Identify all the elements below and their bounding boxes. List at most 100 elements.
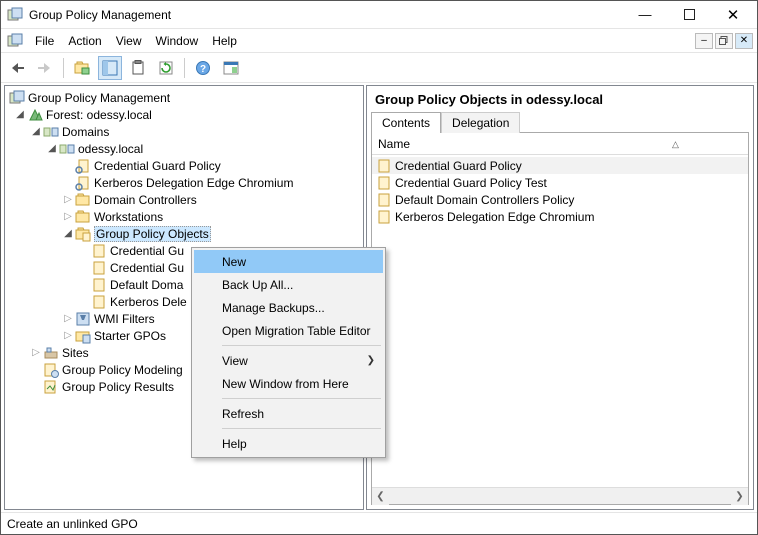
ctx-new[interactable]: New — [194, 250, 383, 273]
gpo-icon — [376, 192, 392, 208]
status-text: Create an unlinked GPO — [7, 517, 138, 531]
menu-help[interactable]: Help — [212, 34, 237, 48]
tab-contents[interactable]: Contents — [371, 112, 441, 133]
twisty-closed-icon[interactable]: ▷ — [61, 330, 75, 341]
twisty-closed-icon[interactable]: ▷ — [61, 313, 75, 324]
separator — [222, 428, 381, 429]
list-item[interactable]: Credential Guard Policy — [372, 157, 748, 174]
tool-help-button[interactable]: ? — [191, 56, 215, 80]
twisty-closed-icon[interactable]: ▷ — [61, 194, 75, 205]
title-bar: Group Policy Management — ✕ — [1, 1, 757, 29]
tree-label: Group Policy Objects — [94, 226, 211, 242]
list-item[interactable]: Kerberos Delegation Edge Chromium — [372, 208, 748, 225]
mdi-icon — [7, 33, 23, 49]
list-item[interactable]: Default Domain Controllers Policy — [372, 191, 748, 208]
scroll-right-button[interactable]: ❯ — [731, 488, 748, 505]
tree-label: Workstations — [94, 210, 163, 224]
separator — [222, 398, 381, 399]
tool-refresh-button[interactable] — [154, 56, 178, 80]
chevron-right-icon: ❯ — [367, 355, 375, 366]
menu-view[interactable]: View — [116, 34, 142, 48]
menu-row: File Action View Window Help – ✕ — [1, 29, 757, 53]
twisty-closed-icon[interactable]: ▷ — [29, 347, 43, 358]
tab-delegation[interactable]: Delegation — [441, 112, 520, 133]
tree-label: WMI Filters — [94, 312, 155, 326]
gpo-link-icon — [75, 175, 91, 191]
svg-text:?: ? — [200, 64, 206, 75]
mdi-close-button[interactable]: ✕ — [735, 33, 753, 49]
tree-domains[interactable]: ◢ Domains — [9, 123, 363, 140]
tree-root[interactable]: Group Policy Management — [9, 89, 363, 106]
ou-icon — [75, 192, 91, 208]
ou-icon — [75, 209, 91, 225]
tool-open-button[interactable] — [70, 56, 94, 80]
detail-heading: Group Policy Objects in odessy.local — [367, 86, 753, 109]
menu-action[interactable]: Action — [68, 34, 101, 48]
twisty-open-icon[interactable]: ◢ — [61, 228, 75, 239]
list-item-label: Credential Guard Policy — [395, 159, 522, 173]
tool-showhide-tree-button[interactable] — [98, 56, 122, 80]
list-item-label: Kerberos Delegation Edge Chromium — [395, 210, 594, 224]
tree-label: odessy.local — [78, 142, 143, 156]
tree-label: Credential Gu — [110, 261, 184, 275]
tree-label: Credential Gu — [110, 244, 184, 258]
ctx-backup-all[interactable]: Back Up All... — [194, 273, 383, 296]
tool-results-button[interactable] — [219, 56, 243, 80]
ctx-manage-backups[interactable]: Manage Backups... — [194, 296, 383, 319]
ctx-view[interactable]: View❯ — [194, 349, 383, 372]
tree-label: Sites — [62, 346, 89, 360]
gpo-link-icon — [75, 158, 91, 174]
nav-forward-button[interactable] — [33, 56, 57, 80]
twisty-open-icon[interactable]: ◢ — [13, 109, 27, 120]
gpo-icon — [91, 260, 107, 276]
list-item-label: Default Domain Controllers Policy — [395, 193, 574, 207]
column-name[interactable]: Name — [378, 137, 748, 151]
sites-icon — [43, 345, 59, 361]
tree-link-cgp[interactable]: Credential Guard Policy — [9, 157, 363, 174]
list-header[interactable]: Name △ — [372, 133, 748, 155]
scroll-left-button[interactable]: ❮ — [372, 488, 389, 505]
tree-label: Kerberos Delegation Edge Chromium — [94, 176, 293, 190]
ctx-help[interactable]: Help — [194, 432, 383, 455]
tree-label: Group Policy Management — [28, 91, 170, 105]
maximize-button[interactable] — [667, 1, 711, 29]
tool-clipboard-button[interactable] — [126, 56, 150, 80]
mdi-restore-button[interactable] — [715, 33, 733, 49]
menu-window[interactable]: Window — [156, 34, 199, 48]
twisty-open-icon[interactable]: ◢ — [29, 126, 43, 137]
ctx-refresh[interactable]: Refresh — [194, 402, 383, 425]
gpo-icon — [91, 294, 107, 310]
tree-gpo-container[interactable]: ◢ Group Policy Objects — [9, 225, 363, 242]
menu-file[interactable]: File — [35, 34, 54, 48]
twisty-open-icon[interactable]: ◢ — [45, 143, 59, 154]
twisty-closed-icon[interactable]: ▷ — [61, 211, 75, 222]
mdi-minimize-button[interactable]: – — [695, 33, 713, 49]
gpo-icon — [376, 158, 392, 174]
list-item-label: Credential Guard Policy Test — [395, 176, 547, 190]
list-item[interactable]: Credential Guard Policy Test — [372, 174, 748, 191]
tree-label: Forest: odessy.local — [46, 108, 152, 122]
gpo-icon — [91, 243, 107, 259]
nav-back-button[interactable] — [5, 56, 29, 80]
detail-pane: Group Policy Objects in odessy.local Con… — [366, 85, 754, 510]
gpmc-icon — [9, 90, 25, 106]
tree-ou-dc[interactable]: ▷ Domain Controllers — [9, 191, 363, 208]
tree-ou-workstations[interactable]: ▷ Workstations — [9, 208, 363, 225]
ctx-migration-editor[interactable]: Open Migration Table Editor — [194, 319, 383, 342]
tree-label: Group Policy Results — [62, 380, 174, 394]
tree-domain[interactable]: ◢ odessy.local — [9, 140, 363, 157]
ctx-new-window[interactable]: New Window from Here — [194, 372, 383, 395]
tree-label: Starter GPOs — [94, 329, 166, 343]
tree-label: Group Policy Modeling — [62, 363, 183, 377]
tree-label: Default Doma — [110, 278, 183, 292]
tree-forest[interactable]: ◢ Forest: odessy.local — [9, 106, 363, 123]
minimize-button[interactable]: — — [623, 1, 667, 29]
tree-label: Kerberos Dele — [110, 295, 187, 309]
gpo-container-icon — [75, 226, 91, 242]
status-bar: Create an unlinked GPO — [1, 512, 757, 534]
tree-link-kdec[interactable]: Kerberos Delegation Edge Chromium — [9, 174, 363, 191]
close-button[interactable]: ✕ — [711, 1, 755, 29]
tree-label: Domain Controllers — [94, 193, 197, 207]
horizontal-scrollbar[interactable]: ❮ ❯ — [372, 487, 748, 504]
modeling-icon — [43, 362, 59, 378]
